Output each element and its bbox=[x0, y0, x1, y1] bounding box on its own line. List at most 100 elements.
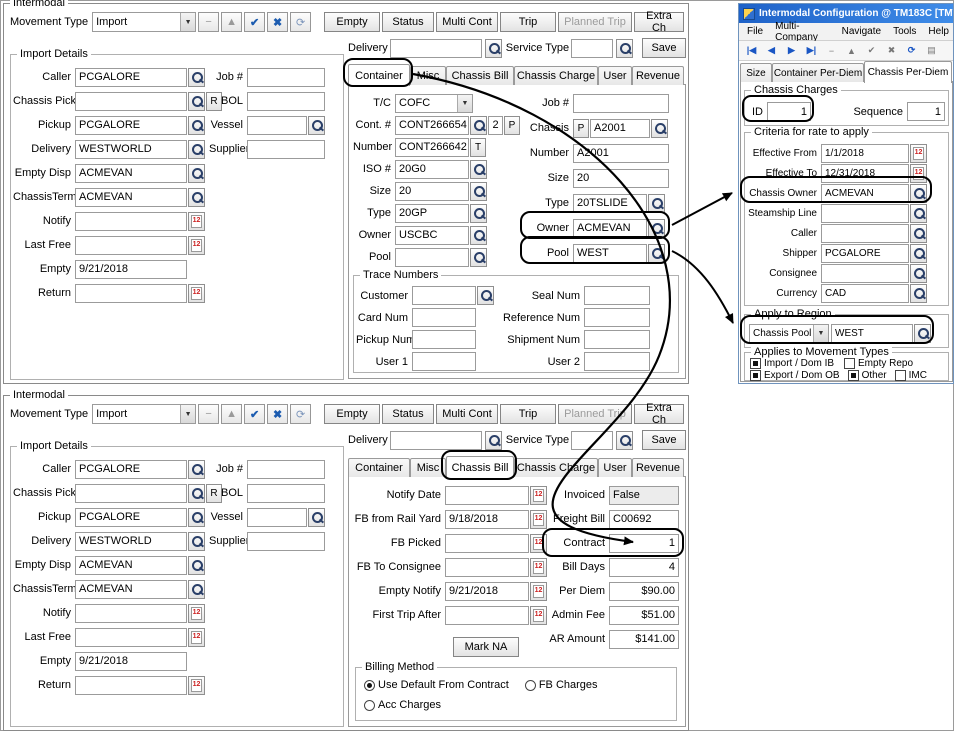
bol-input[interactable] bbox=[247, 92, 325, 111]
supplier-input[interactable] bbox=[247, 532, 325, 551]
caller-input[interactable]: PCGALORE bbox=[75, 460, 187, 479]
steamship-line-input[interactable] bbox=[821, 204, 909, 223]
tab-misc[interactable]: Misc bbox=[410, 458, 446, 477]
freight-bill-input[interactable]: C00692 bbox=[609, 510, 679, 529]
search-icon[interactable] bbox=[470, 204, 487, 223]
cancel-edit-icon[interactable]: ✖ bbox=[267, 12, 288, 32]
bill-days-input[interactable]: 4 bbox=[609, 558, 679, 577]
multi-cont-button[interactable]: Multi Cont bbox=[436, 404, 498, 424]
empty-disp-input[interactable]: ACMEVAN bbox=[75, 164, 187, 183]
tab-container[interactable]: Container bbox=[348, 458, 410, 477]
search-icon[interactable] bbox=[910, 244, 927, 263]
movement-type-select[interactable]: Import▼ bbox=[92, 12, 196, 32]
imc-checkbox[interactable] bbox=[895, 370, 906, 381]
search-icon[interactable] bbox=[188, 116, 205, 135]
tab-chassis-per-diem[interactable]: Chassis Per-Diem bbox=[864, 61, 952, 83]
trip-button[interactable]: Trip bbox=[500, 12, 556, 32]
search-icon[interactable] bbox=[470, 160, 487, 179]
search-icon[interactable] bbox=[470, 248, 487, 267]
caller-input[interactable] bbox=[821, 224, 909, 243]
delivery-input[interactable] bbox=[390, 431, 482, 450]
search-icon[interactable] bbox=[648, 219, 665, 238]
search-icon[interactable] bbox=[485, 431, 502, 450]
delivery-input[interactable] bbox=[390, 39, 482, 58]
chassis-term-input[interactable]: ACMEVAN bbox=[75, 580, 187, 599]
menu-tools[interactable]: Tools bbox=[889, 25, 920, 38]
tab-revenue[interactable]: Revenue bbox=[632, 458, 684, 477]
other-checkbox[interactable] bbox=[848, 370, 859, 381]
menu-help[interactable]: Help bbox=[924, 25, 953, 38]
search-icon[interactable] bbox=[910, 204, 927, 223]
search-icon[interactable] bbox=[188, 68, 205, 87]
card-num-input[interactable] bbox=[412, 308, 476, 327]
consignee-input[interactable] bbox=[821, 264, 909, 283]
tab-container-per-diem[interactable]: Container Per-Diem bbox=[772, 63, 864, 82]
save-button[interactable]: Save bbox=[642, 38, 686, 58]
chassis-owner-input[interactable]: ACMEVAN bbox=[573, 219, 647, 238]
fb-charges-radio[interactable] bbox=[525, 680, 536, 691]
chassis-type-input[interactable]: 20TSLIDE bbox=[573, 194, 647, 213]
menu-multi-company[interactable]: Multi-Company bbox=[771, 20, 833, 44]
menu-navigate[interactable]: Navigate bbox=[838, 25, 885, 38]
tab-user[interactable]: User bbox=[598, 458, 632, 477]
fb-from-rail-yard-input[interactable]: 9/18/2018 bbox=[445, 510, 529, 529]
admin-fee-input[interactable]: $51.00 bbox=[609, 606, 679, 625]
tab-revenue[interactable]: Revenue bbox=[632, 66, 684, 85]
effective-from-input[interactable]: 1/1/2018 bbox=[821, 144, 909, 163]
search-icon[interactable] bbox=[188, 532, 205, 551]
save-button[interactable]: Save bbox=[642, 430, 686, 450]
search-icon[interactable] bbox=[188, 164, 205, 183]
vessel-input[interactable] bbox=[247, 508, 307, 527]
empty-notify-input[interactable]: 9/21/2018 bbox=[445, 582, 529, 601]
p-button[interactable]: P bbox=[504, 116, 520, 135]
search-icon[interactable] bbox=[651, 119, 668, 138]
calendar-icon[interactable] bbox=[530, 606, 547, 625]
post-edit-icon[interactable]: ✔ bbox=[244, 12, 265, 32]
search-icon[interactable] bbox=[188, 556, 205, 575]
customer-input[interactable] bbox=[412, 286, 476, 305]
calendar-icon[interactable] bbox=[188, 604, 205, 623]
empty-button[interactable]: Empty bbox=[324, 404, 380, 424]
user1-input[interactable] bbox=[412, 352, 476, 371]
tab-user[interactable]: User bbox=[598, 66, 632, 85]
calendar-icon[interactable] bbox=[530, 534, 547, 553]
search-icon[interactable] bbox=[188, 508, 205, 527]
acc-charges-radio[interactable] bbox=[364, 700, 375, 711]
search-icon[interactable] bbox=[910, 184, 927, 203]
empty-button[interactable]: Empty bbox=[324, 12, 380, 32]
search-icon[interactable] bbox=[470, 182, 487, 201]
pickup-input[interactable]: PCGALORE bbox=[75, 508, 187, 527]
prior-record-icon[interactable]: ◀ bbox=[762, 42, 781, 59]
size-input[interactable]: 20 bbox=[395, 182, 469, 201]
calendar-icon[interactable] bbox=[910, 144, 927, 163]
calendar-icon[interactable] bbox=[188, 284, 205, 303]
service-type-input[interactable] bbox=[571, 39, 613, 58]
calendar-icon[interactable] bbox=[188, 212, 205, 231]
tab-container[interactable]: Container bbox=[348, 64, 410, 86]
t-button[interactable]: T bbox=[470, 138, 486, 157]
search-icon[interactable] bbox=[910, 284, 927, 303]
search-icon[interactable] bbox=[188, 140, 205, 159]
calendar-icon[interactable] bbox=[910, 164, 927, 183]
ar-amount-input[interactable]: $141.00 bbox=[609, 630, 679, 649]
search-icon[interactable] bbox=[188, 484, 205, 503]
status-button[interactable]: Status bbox=[382, 404, 434, 424]
pickup-num-input[interactable] bbox=[412, 330, 476, 349]
search-icon[interactable] bbox=[188, 580, 205, 599]
last-free-input[interactable] bbox=[75, 236, 187, 255]
delete-record-icon[interactable]: − bbox=[198, 404, 219, 424]
fb-picked-input[interactable] bbox=[445, 534, 529, 553]
refresh-icon[interactable]: ⟳ bbox=[290, 404, 311, 424]
search-icon[interactable] bbox=[188, 92, 205, 111]
type-input[interactable]: 20GP bbox=[395, 204, 469, 223]
notify-date-input[interactable] bbox=[445, 486, 529, 505]
last-record-icon[interactable]: ▶| bbox=[802, 42, 821, 59]
planned-trip-button[interactable]: Planned Trip bbox=[558, 404, 632, 424]
menu-file[interactable]: File bbox=[743, 25, 767, 38]
cancel-edit-icon[interactable]: ✖ bbox=[267, 404, 288, 424]
next-record-icon[interactable]: ▶ bbox=[782, 42, 801, 59]
extra-ch-button[interactable]: Extra Ch bbox=[634, 404, 684, 424]
planned-trip-button[interactable]: Planned Trip bbox=[558, 12, 632, 32]
first-trip-after-input[interactable] bbox=[445, 606, 529, 625]
chassis-pool-select[interactable]: Chassis Pool▼ bbox=[749, 324, 829, 343]
